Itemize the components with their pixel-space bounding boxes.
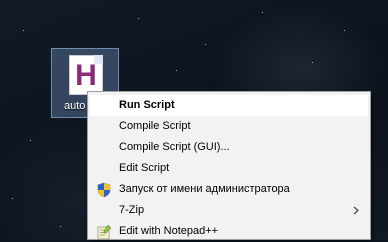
menu-item-label: Запуск от имени администратора — [119, 183, 290, 195]
star — [60, 226, 61, 227]
star — [30, 140, 31, 141]
star — [205, 44, 206, 45]
star — [12, 198, 13, 199]
star — [312, 62, 313, 63]
menu-item-edit-script[interactable]: Edit Script — [90, 158, 368, 179]
file-icon-label: auto — [64, 100, 86, 112]
menu-item-label: Compile Script — [119, 120, 191, 132]
menu-item-label: Edit Script — [119, 162, 170, 174]
uac-shield-icon — [97, 182, 111, 198]
menu-item-label: 7-Zip — [119, 204, 145, 216]
menu-item-edit-with-notepad-plus-plus[interactable]: Edit with Notepad++ — [90, 221, 368, 242]
star — [344, 30, 345, 31]
autohotkey-file-icon: H — [69, 55, 103, 95]
menu-item-label: Compile Script (GUI)... — [119, 141, 230, 153]
star — [23, 30, 24, 31]
star — [138, 18, 139, 19]
menu-item-label: Run Script — [119, 99, 175, 111]
menu-item-run-script[interactable]: Run Script — [90, 95, 368, 116]
star — [262, 12, 263, 13]
menu-item-run-as-admin[interactable]: Запуск от имени администратора — [90, 179, 368, 200]
file-glyph-letter: H — [75, 59, 97, 92]
menu-item-label: Edit with Notepad++ — [119, 225, 219, 237]
menu-item-compile-script-gui[interactable]: Compile Script (GUI)... — [90, 137, 368, 158]
context-menu: Run Script Compile Script Compile Script… — [87, 91, 371, 240]
menu-item-compile-script[interactable]: Compile Script — [90, 116, 368, 137]
menu-item-7zip[interactable]: 7-Zip — [90, 200, 368, 221]
star — [176, 70, 177, 71]
chevron-right-icon — [353, 206, 359, 215]
notepad-plus-plus-icon — [97, 224, 112, 240]
